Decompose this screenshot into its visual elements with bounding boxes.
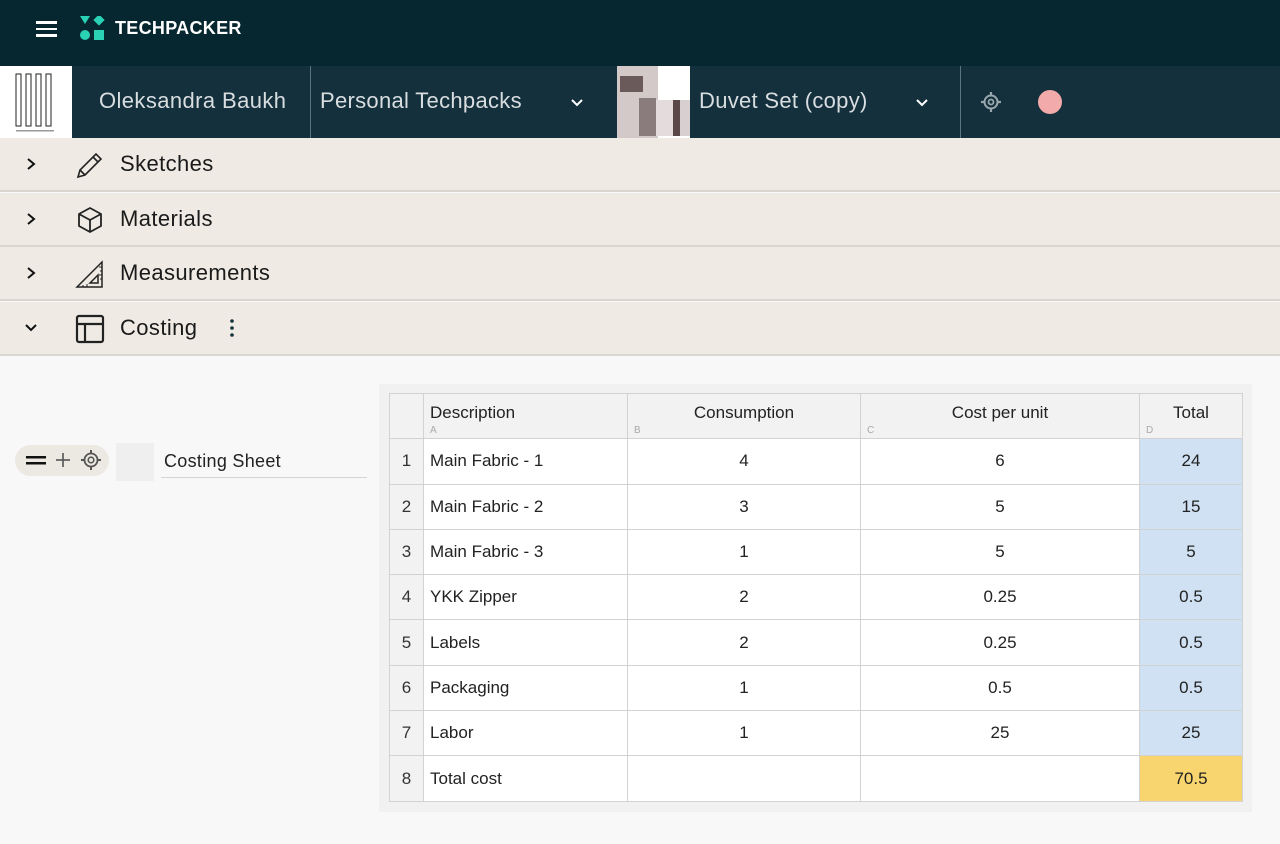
- column-header-d[interactable]: Total D: [1139, 392, 1243, 440]
- sheet-toolbar: [15, 445, 109, 476]
- layout-icon: [75, 314, 105, 344]
- sheet-name-input[interactable]: Costing Sheet: [161, 443, 367, 478]
- sheet-thumbnail[interactable]: [116, 443, 154, 481]
- owner-name[interactable]: Oleksandra Baukh: [99, 88, 286, 114]
- cell-description[interactable]: Main Fabric - 3: [423, 528, 628, 576]
- pencil-icon: [76, 152, 103, 179]
- divider: [960, 66, 961, 138]
- cell-consumption[interactable]: 2: [627, 574, 861, 621]
- plus-icon[interactable]: [55, 452, 71, 468]
- row-number[interactable]: 1: [389, 438, 424, 485]
- cell-cost-per-unit[interactable]: 0.25: [860, 619, 1140, 666]
- cube-icon: [78, 207, 102, 233]
- cell-total[interactable]: 24: [1139, 438, 1243, 485]
- cell-total[interactable]: 5: [1139, 528, 1243, 576]
- cell-description[interactable]: Labor: [423, 710, 628, 757]
- cell-total[interactable]: 25: [1139, 710, 1243, 757]
- set-square-icon: [75, 260, 103, 288]
- cell-description[interactable]: Total cost: [423, 755, 628, 802]
- cell-total[interactable]: 70.5: [1139, 755, 1243, 802]
- table-row: 6 Packaging 1 0.5 0.5: [389, 664, 1243, 712]
- table-row: 2 Main Fabric - 2 3 5 15: [389, 483, 1243, 530]
- row-number[interactable]: 4: [389, 574, 424, 621]
- cell-cost-per-unit[interactable]: [860, 755, 1140, 802]
- cell-cost-per-unit[interactable]: 5: [860, 528, 1140, 576]
- cell-total[interactable]: 0.5: [1139, 619, 1243, 666]
- corner-cell: [389, 392, 424, 440]
- top-navbar: TECHPACKER: [0, 0, 1280, 66]
- divider: [310, 66, 311, 138]
- section-sketches[interactable]: Sketches: [0, 138, 1280, 192]
- row-number[interactable]: 2: [389, 483, 424, 530]
- user-avatar[interactable]: [1038, 90, 1062, 114]
- chevron-right-icon[interactable]: [24, 211, 38, 227]
- hamburger-menu-icon[interactable]: [36, 21, 57, 37]
- costing-spreadsheet: Description A Consumption B Cost per unit C…: [389, 392, 1243, 802]
- cell-consumption[interactable]: 4: [627, 438, 861, 485]
- cell-cost-per-unit[interactable]: 5: [860, 483, 1140, 530]
- more-options-icon[interactable]: [228, 317, 236, 339]
- cell-consumption[interactable]: 1: [627, 528, 861, 576]
- section-measurements[interactable]: Measurements: [0, 247, 1280, 301]
- table-row: 3 Main Fabric - 3155: [389, 528, 1243, 576]
- row-number[interactable]: 8: [389, 755, 424, 802]
- cell-total[interactable]: 0.5: [1139, 574, 1243, 621]
- cell-cost-per-unit[interactable]: 0.25: [860, 574, 1140, 621]
- header-row: Description A Consumption B Cost per unit C…: [389, 392, 1243, 440]
- cell-consumption[interactable]: 1: [627, 664, 861, 712]
- cell-description[interactable]: Labels: [423, 619, 628, 666]
- bauh-logo-icon: [15, 73, 54, 132]
- chevron-right-icon[interactable]: [24, 156, 38, 172]
- chevron-down-icon[interactable]: [915, 96, 929, 110]
- cell-cost-per-unit[interactable]: 25: [860, 710, 1140, 757]
- cell-consumption[interactable]: [627, 755, 861, 802]
- cell-description[interactable]: YKK Zipper: [423, 574, 628, 621]
- section-label: Materials: [120, 206, 213, 231]
- table-row: 5 Labels 2 0.25 0.5: [389, 619, 1243, 666]
- brand[interactable]: TECHPACKER: [80, 16, 242, 41]
- row-number[interactable]: 5: [389, 619, 424, 666]
- drag-handle-icon[interactable]: [26, 454, 46, 466]
- cell-description[interactable]: Main Fabric - 2: [423, 483, 628, 530]
- product-thumbnail[interactable]: [617, 66, 690, 138]
- gear-icon[interactable]: [80, 449, 102, 471]
- techpacker-logo-icon: [80, 16, 105, 40]
- column-header-b[interactable]: Consumption B: [627, 392, 861, 440]
- duvet-image-icon: [617, 66, 690, 138]
- row-number[interactable]: 3: [389, 528, 424, 576]
- chevron-down-icon[interactable]: [570, 96, 584, 110]
- chevron-right-icon[interactable]: [24, 265, 38, 281]
- cell-consumption[interactable]: 1: [627, 710, 861, 757]
- cell-total[interactable]: 15: [1139, 483, 1243, 530]
- column-header-c[interactable]: Cost per unit C: [860, 392, 1140, 440]
- section-costing[interactable]: Costing: [0, 302, 1280, 356]
- row-number[interactable]: 7: [389, 710, 424, 757]
- section-label: Costing: [120, 315, 198, 340]
- cell-description[interactable]: Main Fabric - 1: [423, 438, 628, 485]
- folder-selector[interactable]: Personal Techpacks: [320, 88, 522, 114]
- cell-description[interactable]: Packaging: [423, 664, 628, 712]
- chevron-down-icon[interactable]: [24, 320, 38, 336]
- section-materials[interactable]: Materials: [0, 193, 1280, 247]
- context-bar: Oleksandra Baukh Personal Techpacks Duve…: [0, 66, 1280, 138]
- cell-cost-per-unit[interactable]: 0.5: [860, 664, 1140, 712]
- row-number[interactable]: 6: [389, 664, 424, 712]
- gear-icon[interactable]: [980, 91, 1002, 113]
- cell-cost-per-unit[interactable]: 6: [860, 438, 1140, 485]
- brand-name: TECHPACKER: [115, 18, 242, 38]
- company-logo[interactable]: [0, 66, 72, 138]
- cell-total[interactable]: 0.5: [1139, 664, 1243, 712]
- table-row: 1 Main Fabric - 1 4 6 24: [389, 438, 1243, 485]
- cell-consumption[interactable]: 2: [627, 619, 861, 666]
- section-label: Sketches: [120, 151, 214, 176]
- cell-consumption[interactable]: 3: [627, 483, 861, 530]
- column-header-a[interactable]: Description A: [423, 392, 628, 440]
- section-label: Measurements: [120, 260, 271, 285]
- table-row: 7 Labor 1 25 25: [389, 710, 1243, 757]
- table-row: 4 YKK Zipper 2 0.25 0.5: [389, 574, 1243, 621]
- table-row: 8 Total cost 70.5: [389, 755, 1243, 802]
- product-selector[interactable]: Duvet Set (copy): [699, 88, 868, 114]
